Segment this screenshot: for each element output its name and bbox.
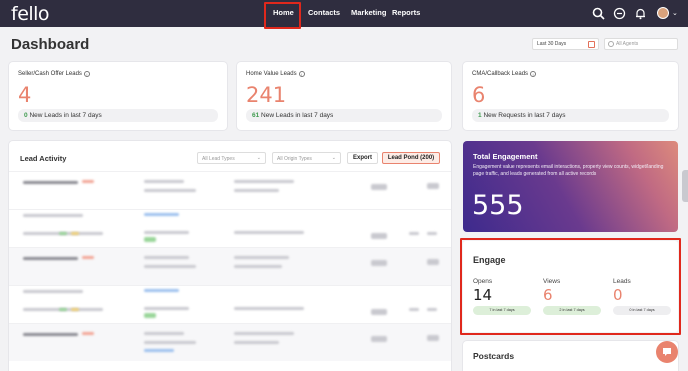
- stat-label: Seller/Cash Offer Leads i: [18, 71, 90, 77]
- top-nav: fello Home Contacts Marketing Reports ⌄: [0, 0, 688, 27]
- info-icon[interactable]: i: [83, 71, 90, 77]
- stat-label-text: Seller/Cash Offer Leads: [18, 71, 82, 77]
- cma-callback-leads-card[interactable]: CMA/Callback Leads i 6 1 New Requests in …: [463, 62, 678, 130]
- origin-type-value: All Origin Types: [277, 156, 312, 162]
- stat-label: CMA/Callback Leads i: [472, 71, 537, 77]
- home-value-leads-card[interactable]: Home Value Leads i 241 61 New Leads in la…: [237, 62, 451, 130]
- origin-type-select[interactable]: All Origin Types ⌄: [272, 152, 341, 164]
- nav-reports[interactable]: Reports: [392, 8, 420, 17]
- stat-label: Home Value Leads i: [246, 71, 305, 77]
- lead-pond-button[interactable]: Lead Pond (200): [382, 152, 440, 164]
- total-engagement-value: 555: [472, 190, 524, 221]
- stat-sub-text: New Leads in last 7 days: [29, 112, 102, 119]
- total-engagement-description: Engagement value represents email intera…: [473, 164, 664, 177]
- page-title: Dashboard: [11, 36, 90, 53]
- table-row[interactable]: [9, 323, 451, 361]
- message-icon[interactable]: [613, 7, 626, 20]
- postcards-card: Postcards: [463, 341, 678, 371]
- total-engagement-title: Total Engagement: [473, 152, 538, 161]
- table-row[interactable]: [9, 285, 451, 323]
- avatar[interactable]: [657, 7, 669, 19]
- stat-value: 241: [246, 83, 287, 107]
- chevron-down-icon[interactable]: ⌄: [672, 9, 678, 17]
- seller-leads-card[interactable]: Seller/Cash Offer Leads i 4 0 New Leads i…: [9, 62, 227, 130]
- stat-sub-count: 61: [252, 112, 260, 119]
- stat-label-text: Home Value Leads: [246, 71, 297, 77]
- info-icon[interactable]: i: [298, 71, 305, 77]
- search-icon[interactable]: [592, 7, 605, 20]
- stat-subtext: 1 New Requests in last 7 days: [472, 109, 669, 122]
- table-row[interactable]: [9, 209, 451, 247]
- stat-label-text: CMA/Callback Leads: [472, 71, 529, 77]
- date-range-select[interactable]: Last 30 Days: [532, 38, 599, 50]
- stat-subtext: 0 New Leads in last 7 days: [18, 109, 218, 122]
- chevron-down-icon: ⌄: [256, 155, 261, 161]
- fello-logo[interactable]: fello: [11, 3, 50, 25]
- nav-contacts[interactable]: Contacts: [308, 8, 340, 17]
- table-row[interactable]: [9, 171, 451, 209]
- lead-type-value: All Lead Types: [202, 156, 235, 162]
- stat-sub-text: New Requests in last 7 days: [483, 112, 566, 119]
- postcards-title: Postcards: [473, 351, 515, 361]
- date-range-label: Last 30 Days: [537, 41, 567, 47]
- bell-icon[interactable]: [634, 7, 647, 20]
- engage-highlight: [460, 238, 681, 335]
- lead-activity-panel: Lead Activity All Lead Types ⌄ All Origi…: [9, 141, 451, 371]
- chat-icon: [663, 348, 671, 356]
- table-row[interactable]: [9, 247, 451, 285]
- stat-value: 6: [472, 83, 486, 107]
- side-drawer-tab[interactable]: [682, 170, 688, 202]
- stat-value: 4: [18, 83, 32, 107]
- agents-placeholder: All Agents: [616, 41, 639, 47]
- lead-type-select[interactable]: All Lead Types ⌄: [197, 152, 266, 164]
- agents-filter-input[interactable]: All Agents: [604, 38, 678, 50]
- lead-activity-title: Lead Activity: [20, 154, 67, 163]
- calendar-icon: [588, 41, 595, 48]
- info-icon[interactable]: i: [530, 71, 537, 77]
- help-chat-button[interactable]: [656, 341, 678, 363]
- stat-sub-count: 0: [24, 112, 28, 119]
- search-icon: [608, 41, 614, 47]
- stat-sub-text: New Leads in last 7 days: [261, 112, 334, 119]
- export-button[interactable]: Export: [347, 152, 378, 164]
- stat-sub-count: 1: [478, 112, 482, 119]
- nav-marketing[interactable]: Marketing: [351, 8, 386, 17]
- chevron-down-icon: ⌄: [331, 155, 336, 161]
- total-engagement-card: Total Engagement Engagement value repres…: [463, 141, 678, 232]
- home-highlight: [264, 2, 301, 29]
- stat-subtext: 61 New Leads in last 7 days: [246, 109, 442, 122]
